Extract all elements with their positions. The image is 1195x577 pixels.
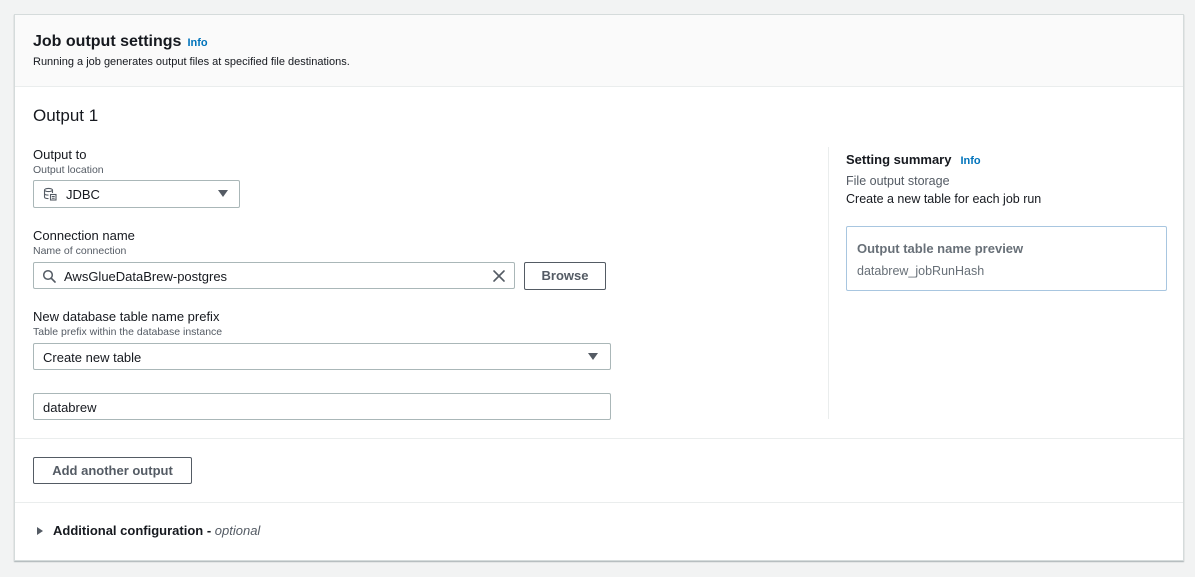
- optional-label: optional: [214, 523, 261, 538]
- panel-description: Running a job generates output files at …: [33, 56, 350, 68]
- output-to-value: JDBC: [66, 187, 100, 202]
- summary-storage-value: Create a new table for each job run: [846, 192, 1042, 206]
- setting-summary-title-text: Setting summary: [846, 152, 952, 167]
- output-title: Output 1: [33, 106, 99, 125]
- table-prefix-input-value: databrew: [43, 400, 97, 415]
- header-info-link[interactable]: Info: [187, 37, 207, 49]
- connection-name-label: Connection name: [33, 228, 135, 243]
- browse-button[interactable]: Browse: [524, 262, 606, 290]
- chevron-down-icon: [218, 190, 228, 197]
- summary-info-link[interactable]: Info: [960, 155, 980, 167]
- table-prefix-label: New database table name prefix: [33, 309, 220, 324]
- output-to-description: Output location: [33, 164, 104, 176]
- close-icon[interactable]: [492, 269, 506, 283]
- column-divider: [828, 147, 829, 419]
- output-to-label: Output to: [33, 147, 87, 162]
- section-divider: [15, 502, 1183, 503]
- preview-value: databrew_jobRunHash: [857, 264, 985, 278]
- connection-value: AwsGlueDataBrew-postgres: [64, 269, 228, 284]
- additional-configuration-expander[interactable]: Additional configuration - optional: [37, 523, 260, 538]
- output-to-select[interactable]: JDBC: [33, 180, 240, 208]
- panel-title-text: Job output settings: [33, 33, 182, 50]
- connection-search-input[interactable]: AwsGlueDataBrew-postgres: [33, 262, 515, 289]
- section-divider: [15, 438, 1183, 439]
- additional-configuration-label: Additional configuration -: [53, 523, 212, 538]
- add-another-output-button[interactable]: Add another output: [33, 457, 192, 484]
- output-table-preview: Output table name preview databrew_jobRu…: [846, 226, 1167, 291]
- database-icon: [43, 187, 57, 201]
- search-icon: [42, 269, 56, 283]
- panel-header: Job output settings Info Running a job ge…: [15, 15, 1183, 87]
- caret-right-icon: [37, 527, 43, 535]
- connection-name-description: Name of connection: [33, 245, 127, 257]
- table-prefix-select-value: Create new table: [43, 350, 142, 365]
- table-prefix-input[interactable]: databrew: [33, 393, 611, 420]
- job-output-settings-panel: Job output settings Info Running a job ge…: [14, 14, 1184, 561]
- summary-storage-label: File output storage: [846, 174, 950, 188]
- preview-title: Output table name preview: [857, 241, 1024, 256]
- setting-summary-title: Setting summary Info: [846, 152, 981, 167]
- panel-title: Job output settings Info: [33, 33, 208, 51]
- table-prefix-select[interactable]: Create new table: [33, 343, 611, 370]
- chevron-down-icon: [588, 353, 598, 360]
- table-prefix-description: Table prefix within the database instanc…: [33, 326, 223, 338]
